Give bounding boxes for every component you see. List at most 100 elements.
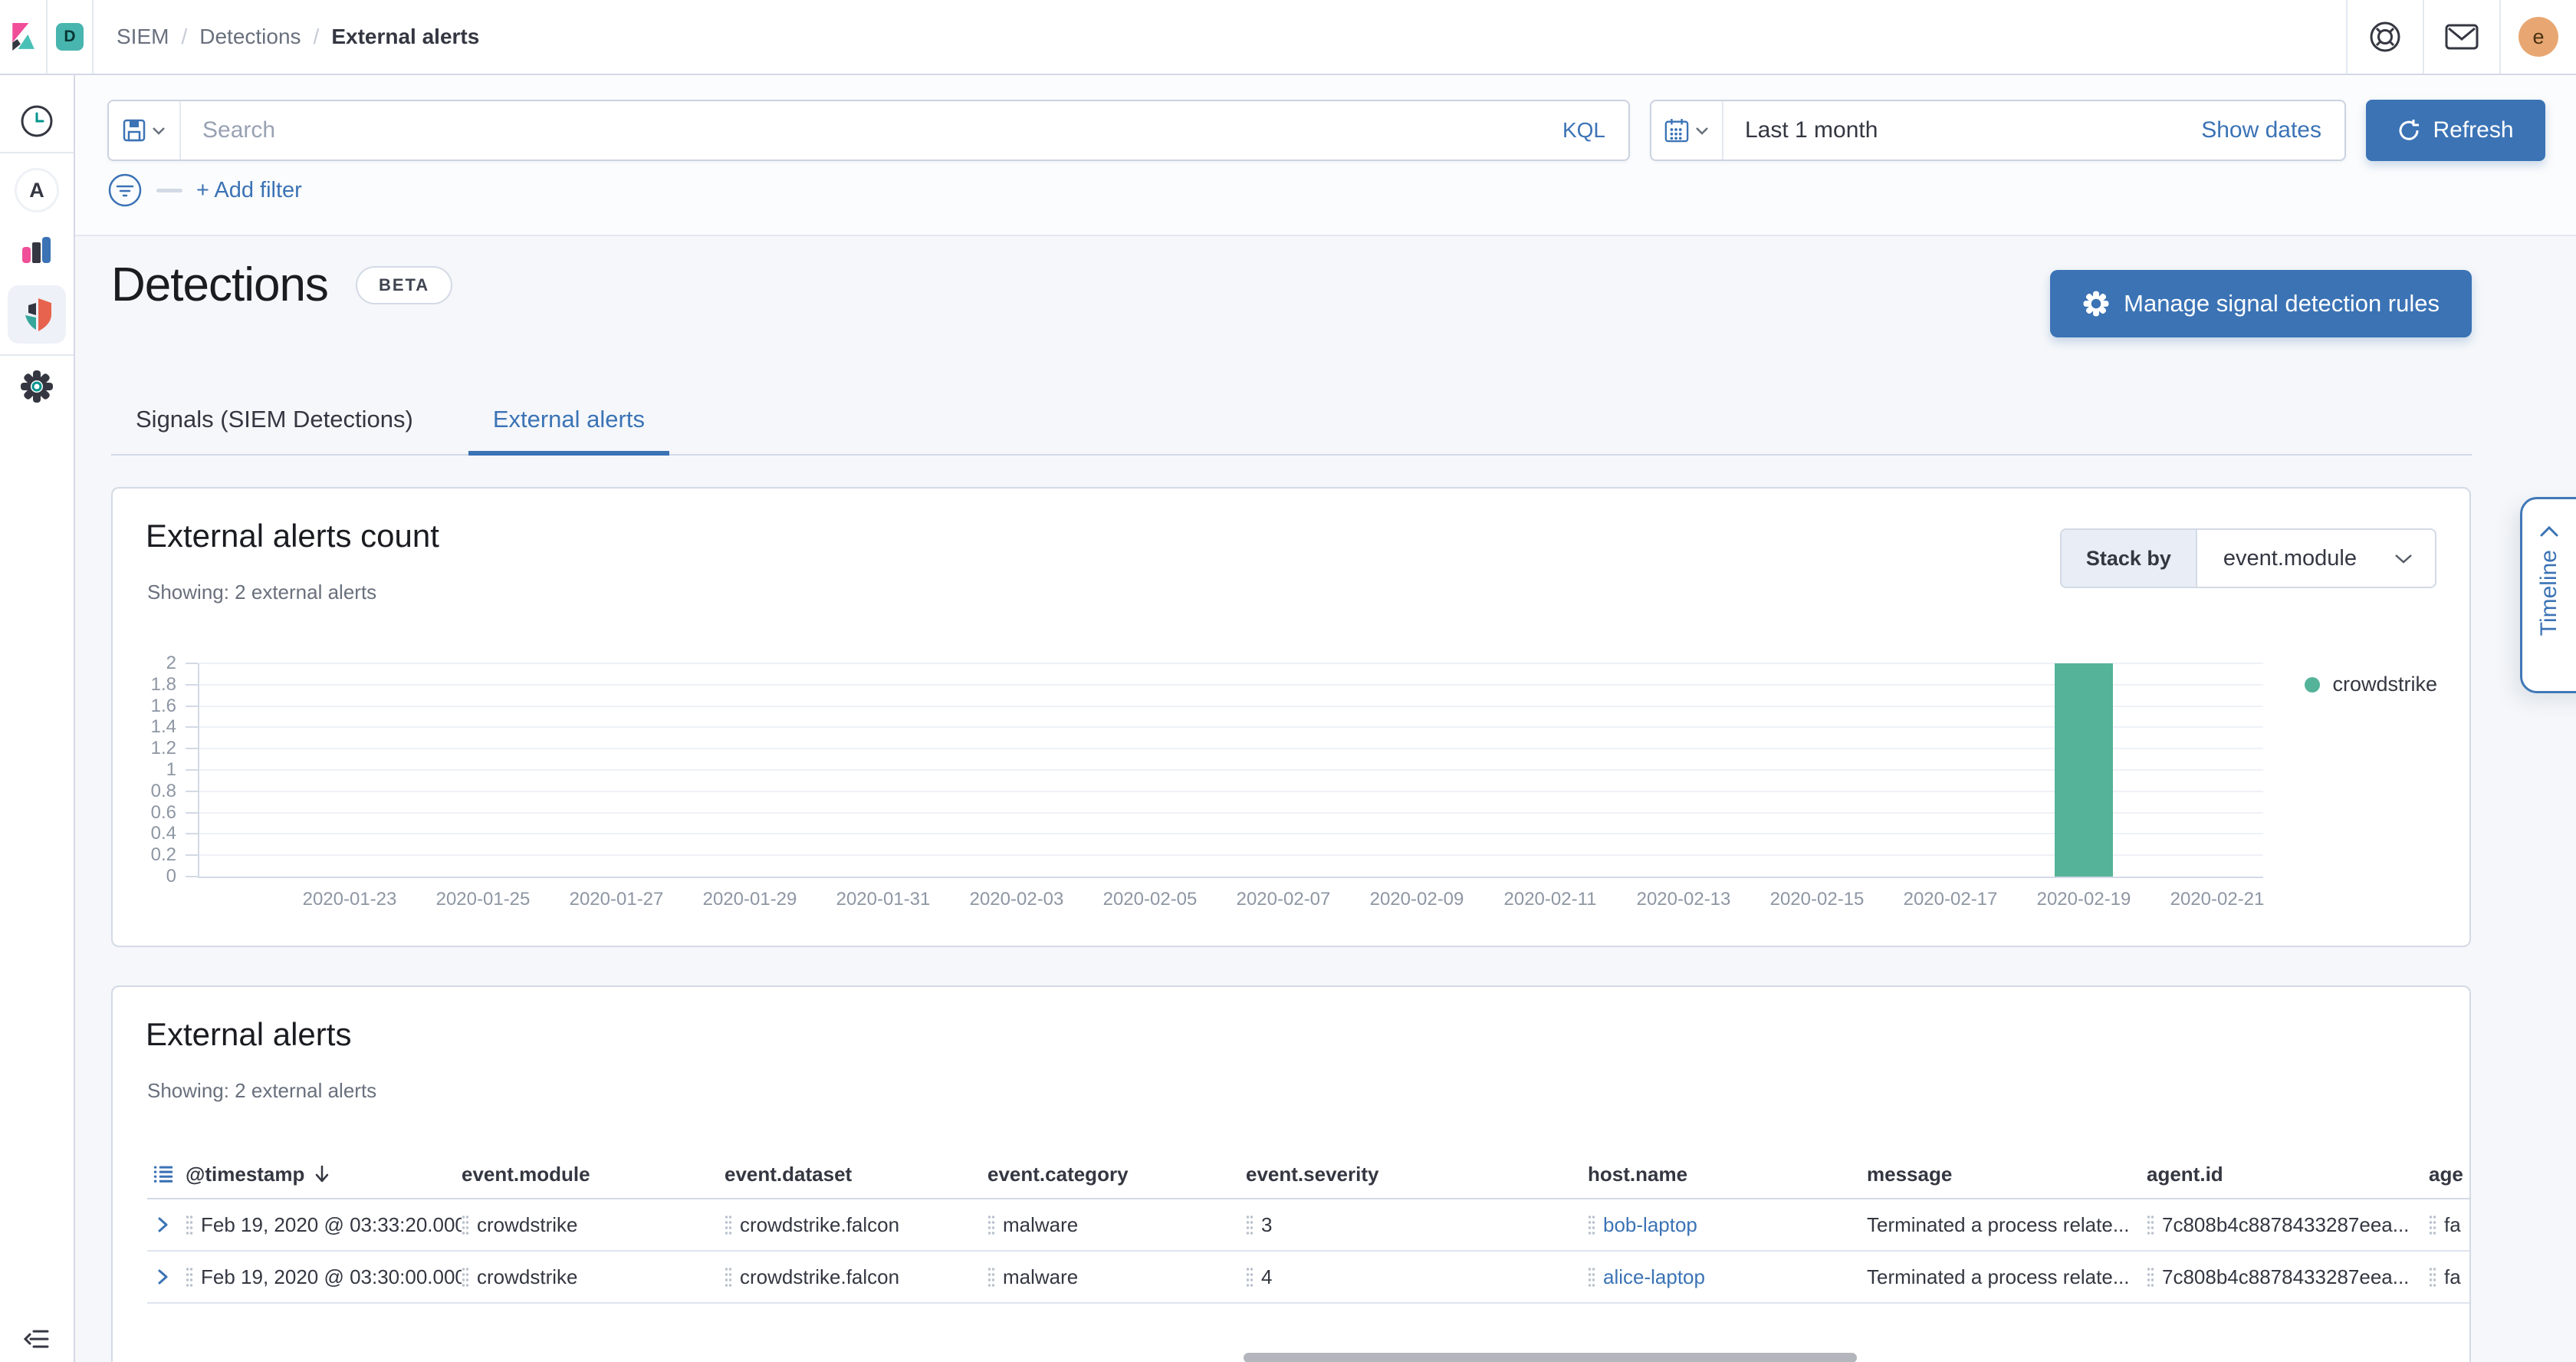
breadcrumb-detections[interactable]: Detections (199, 25, 301, 49)
collapse-menu-icon (23, 1327, 51, 1351)
x-axis-label: 2020-02-11 (1484, 889, 1617, 910)
refresh-button[interactable]: Refresh (2366, 100, 2545, 161)
stack-by-select[interactable]: event.module (2197, 546, 2435, 571)
date-picker: Last 1 month Show dates (1650, 100, 2346, 161)
column-header-message[interactable]: message (1867, 1163, 2147, 1186)
user-menu-button[interactable]: e (2499, 0, 2576, 74)
management-app-button[interactable] (0, 364, 74, 410)
y-axis-label: 2 (84, 653, 176, 674)
cell-agent_type: fa (2429, 1212, 2469, 1237)
filter-divider (156, 189, 182, 192)
gear-icon (2082, 290, 2110, 317)
drag-handle-icon (724, 1265, 732, 1289)
show-dates-button[interactable]: Show dates (2201, 117, 2321, 143)
filter-row: + Add filter (107, 170, 302, 210)
chart-bar[interactable] (2055, 663, 2113, 877)
column-header-agent_id[interactable]: agent.id (2147, 1163, 2429, 1186)
column-header-host[interactable]: host.name (1588, 1163, 1867, 1186)
query-row: KQL (107, 100, 2545, 161)
column-header-label: message (1867, 1163, 1952, 1186)
drag-handle-icon (1246, 1212, 1254, 1237)
app-a-icon: A (15, 168, 59, 212)
kql-language-button[interactable]: KQL (1539, 118, 1628, 143)
cell-severity: 3 (1246, 1212, 1588, 1237)
tabs: Signals (SIEM Detections) External alerts (111, 388, 2472, 456)
drag-handle-icon (2429, 1265, 2436, 1289)
help-icon (2367, 19, 2403, 54)
cell-text-agent_type: fa (2444, 1213, 2461, 1237)
page-header: Detections BETA (111, 258, 452, 312)
events-viewer-icon[interactable] (147, 1163, 186, 1186)
refresh-label: Refresh (2433, 117, 2513, 143)
recently-viewed-icon (19, 104, 54, 139)
date-quick-select-button[interactable] (1651, 101, 1723, 160)
add-filter-button[interactable]: + Add filter (196, 178, 302, 203)
table-body: Feb 19, 2020 @ 03:33:20.000crowdstrikecr… (147, 1199, 2469, 1304)
tab-signals-siem-detections-[interactable]: Signals (SIEM Detections) (111, 388, 438, 451)
cell-text-host[interactable]: bob-laptop (1603, 1213, 1697, 1237)
collapse-navigation-button[interactable] (0, 1327, 74, 1351)
cell-host: alice-laptop (1588, 1265, 1867, 1289)
recently-viewed-button[interactable] (0, 94, 74, 149)
column-header-severity[interactable]: event.severity (1246, 1163, 1588, 1186)
cell-text-module: crowdstrike (477, 1213, 577, 1237)
breadcrumb-siem[interactable]: SIEM (117, 25, 169, 49)
legend-item[interactable]: crowdstrike (2305, 673, 2437, 696)
x-axis-label: 2020-01-29 (683, 889, 816, 910)
visualize-app-icon (20, 235, 54, 265)
space-badge: D (56, 23, 84, 51)
column-header-category[interactable]: event.category (987, 1163, 1246, 1186)
calendar-icon (1664, 117, 1689, 143)
timeline-label: Timeline (2536, 550, 2562, 636)
column-header-agent_type[interactable]: age (2429, 1163, 2469, 1186)
cell-text-agent_type: fa (2444, 1265, 2461, 1289)
siem-app-button[interactable] (0, 284, 74, 345)
visualize-app-button[interactable] (0, 229, 74, 271)
saved-query-menu-button[interactable] (109, 101, 181, 160)
cell-severity: 4 (1246, 1265, 1588, 1289)
time-range-value[interactable]: Last 1 month (1745, 117, 1878, 143)
drag-handle-icon (2147, 1265, 2154, 1289)
help-button[interactable] (2346, 0, 2423, 74)
legend-label: crowdstrike (2332, 673, 2437, 696)
cell-message: Terminated a process relate... (1867, 1213, 2147, 1237)
drag-handle-icon (462, 1265, 469, 1289)
cell-text-message: Terminated a process relate... (1867, 1265, 2130, 1289)
y-axis-label: 0.8 (84, 781, 176, 802)
y-axis-label: 1.6 (84, 696, 176, 717)
manage-signal-detection-rules-button[interactable]: Manage signal detection rules (2050, 270, 2472, 337)
x-axis-label: 2020-01-31 (816, 889, 950, 910)
expand-row-button[interactable] (147, 1268, 186, 1286)
settings-gear-icon (19, 369, 54, 404)
drag-handle-icon (1246, 1265, 1254, 1289)
tab-external-alerts[interactable]: External alerts (468, 388, 669, 456)
drag-handle-icon (724, 1212, 732, 1237)
search-input[interactable] (181, 117, 1539, 143)
save-query-icon (123, 119, 146, 142)
column-header-dataset[interactable]: event.dataset (724, 1163, 987, 1186)
gridline (199, 748, 2263, 749)
expand-row-button[interactable] (147, 1216, 186, 1234)
cell-category: malware (987, 1212, 1246, 1237)
space-selector-button[interactable]: D (48, 0, 94, 74)
axis-tick (186, 833, 198, 834)
cell-dataset: crowdstrike.falcon (724, 1265, 987, 1289)
timeline-flyout-button[interactable]: Timeline (2520, 497, 2576, 693)
column-header-timestamp[interactable]: @timestamp (186, 1163, 462, 1186)
cell-text-host[interactable]: alice-laptop (1603, 1265, 1705, 1289)
newsfeed-button[interactable] (2423, 0, 2499, 74)
column-header-label: host.name (1588, 1163, 1687, 1186)
gridline (199, 663, 2263, 664)
column-header-module[interactable]: event.module (462, 1163, 724, 1186)
app-a-button[interactable]: A (0, 167, 74, 213)
stack-by-control: Stack by event.module (2060, 528, 2436, 588)
gridline (199, 833, 2263, 834)
cell-module: crowdstrike (462, 1265, 724, 1289)
x-axis-label: 2020-02-07 (1217, 889, 1350, 910)
cell-text-message: Terminated a process relate... (1867, 1213, 2130, 1237)
horizontal-scrollbar[interactable] (1244, 1353, 1857, 1362)
showing-count: Showing: 2 external alerts (147, 1079, 376, 1103)
x-axis-label: 2020-02-17 (1884, 889, 2017, 910)
y-axis-label: 1.2 (84, 738, 176, 759)
kibana-logo-button[interactable] (0, 0, 48, 74)
